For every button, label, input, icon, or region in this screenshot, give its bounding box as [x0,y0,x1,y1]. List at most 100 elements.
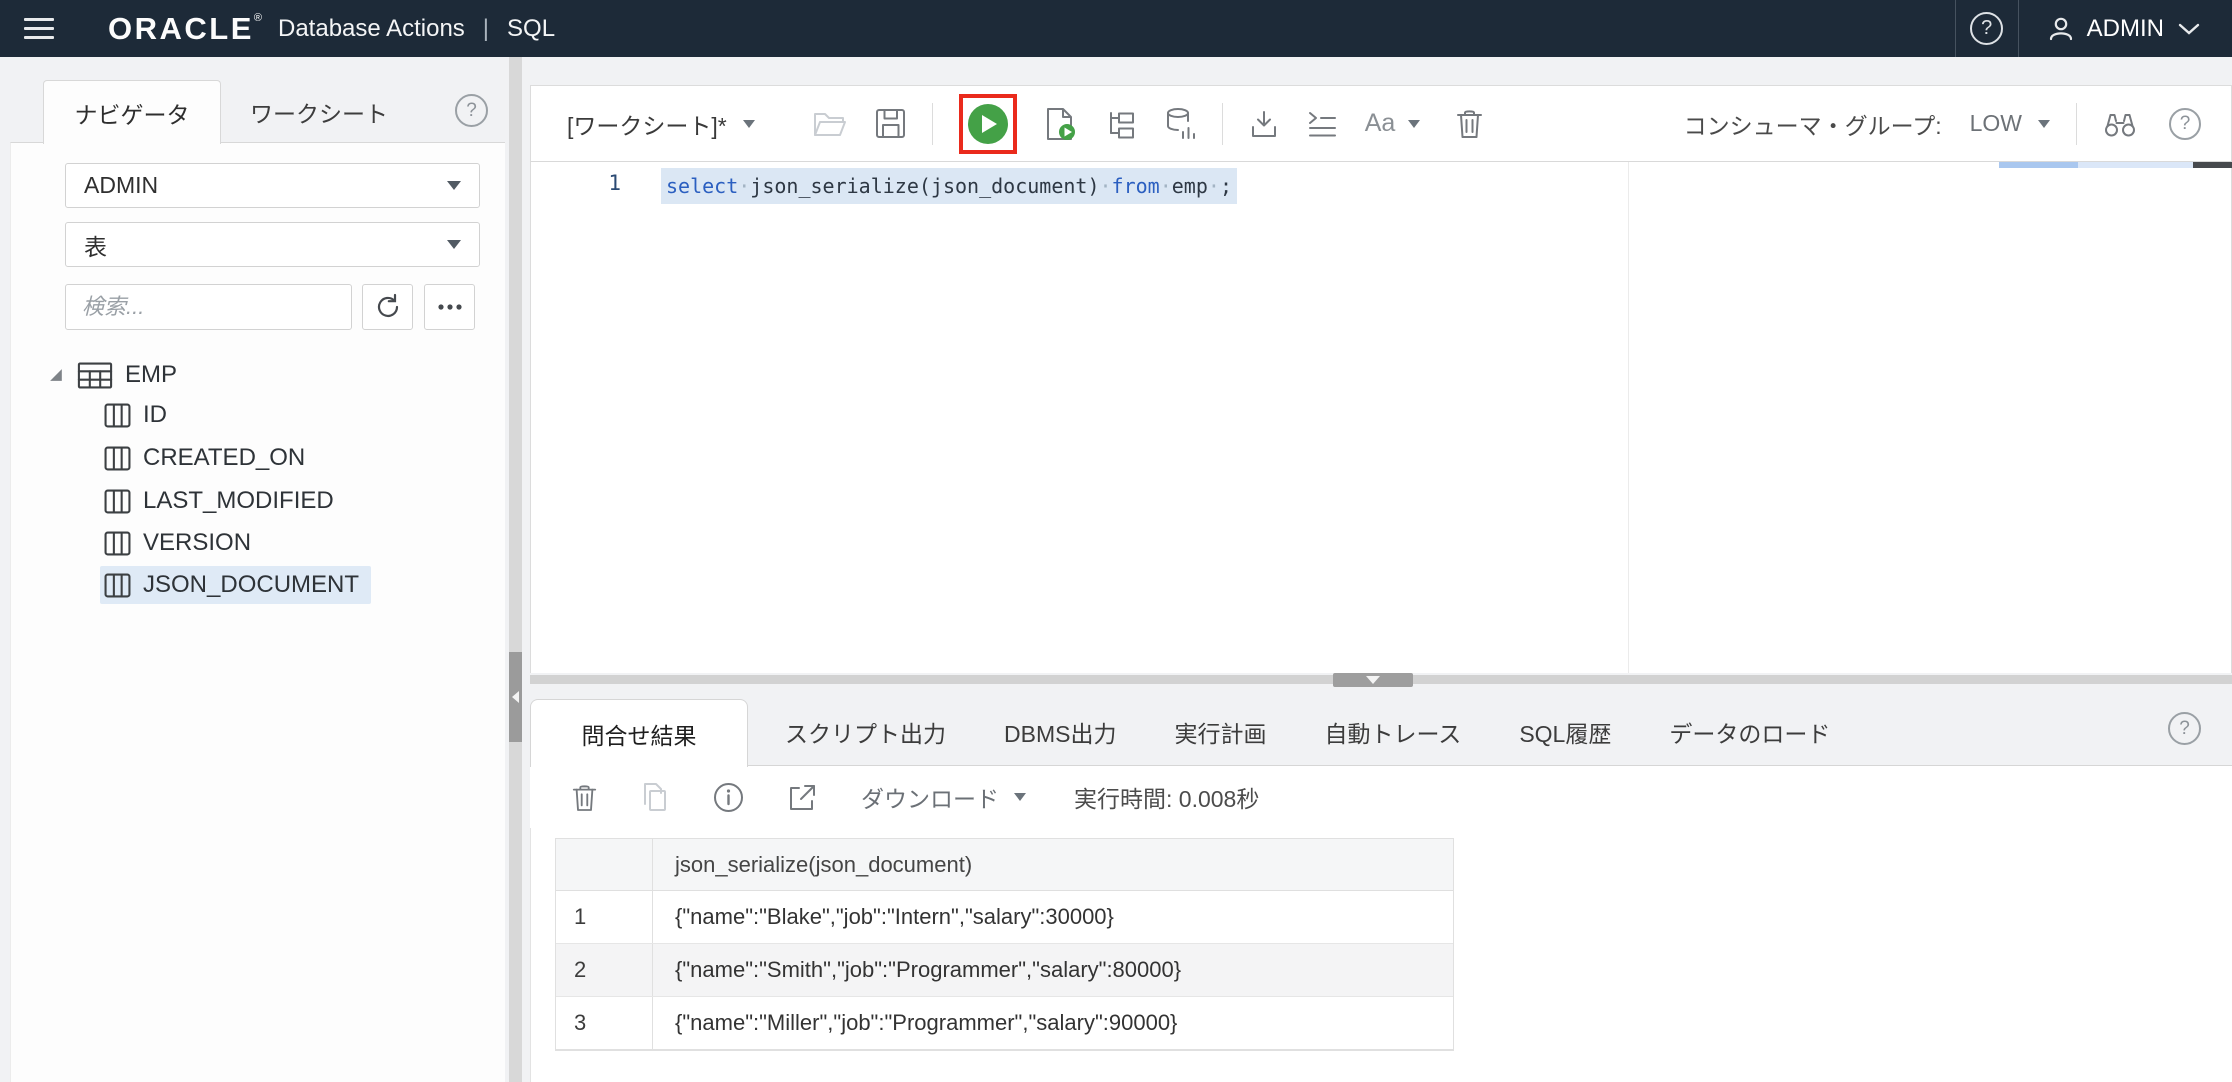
object-type-select[interactable]: 表 [65,222,480,267]
results-grid: json_serialize(json_document) 1 {"name":… [555,838,1454,1051]
worksheet-help-button[interactable]: ? [2169,108,2201,140]
editor-scrollbar-track[interactable] [2078,162,2193,168]
open-file-button[interactable] [813,110,847,138]
help-button[interactable]: ? [1955,0,2019,57]
row-value-cell[interactable]: {"name":"Miller","job":"Programmer","sal… [653,997,1453,1049]
schema-select-value: ADMIN [84,172,158,199]
tab-explain-plan[interactable]: 実行計画 [1145,715,1295,749]
sql-statement-line[interactable]: selectjson_serialize(json_document)frome… [661,168,1237,204]
tab-worksheet[interactable]: ワークシート [250,80,388,143]
folder-open-icon [813,110,847,138]
toolbar-divider [1222,103,1223,145]
sidebar-collapse-handle[interactable] [509,652,522,742]
clear-worksheet-button[interactable] [1456,108,1483,139]
consumer-group-label: コンシューマ・グループ: [1684,107,1942,141]
chevron-down-icon [447,240,461,249]
clear-results-button[interactable] [572,783,597,812]
worksheet-title-dropdown[interactable]: [ワークシート]* [567,107,755,141]
result-info-button[interactable] [713,782,744,813]
tab-label: スクリプト出力 [785,721,946,747]
app-title: Database Actions [278,15,465,43]
navigator-help-button[interactable]: ? [455,94,488,127]
tree-node-label: JSON_DOCUMENT [143,571,359,599]
run-statement-button[interactable] [968,104,1008,144]
trash-icon [572,783,597,812]
tree-node-emp[interactable]: EMP [48,356,177,394]
user-menu[interactable]: ADMIN [2019,0,2232,57]
tab-dbms-output[interactable]: DBMS出力 [975,715,1145,749]
more-actions-button[interactable] [424,284,475,330]
sql-keyword: from [1112,174,1160,198]
search-input[interactable] [65,284,352,330]
column-icon [104,489,131,514]
tree-node-label: EMP [125,361,177,389]
tab-label: DBMS出力 [1004,721,1116,747]
grid-corner-cell[interactable] [556,839,653,890]
schema-select[interactable]: ADMIN [65,163,480,208]
chevron-down-icon [1014,793,1026,801]
table-row[interactable]: 3 {"name":"Miller","job":"Programmer","s… [556,997,1453,1050]
explain-plan-button[interactable] [1105,109,1137,139]
whitespace-dot [1160,174,1172,198]
tree-node-column-selected[interactable]: JSON_DOCUMENT [100,566,371,604]
column-icon [104,446,131,471]
table-row[interactable]: 1 {"name":"Blake","job":"Intern","salary… [556,891,1453,944]
tree-node-column[interactable]: ID [104,396,167,434]
refresh-button[interactable] [362,284,413,330]
registered-mark: ® [254,12,262,24]
row-value-cell[interactable]: {"name":"Blake","job":"Intern","salary":… [653,891,1453,943]
open-in-new-button[interactable] [788,783,817,812]
tree-node-label: ID [143,401,167,429]
consumer-group-select[interactable]: LOW [1942,110,2050,137]
tree-node-column[interactable]: LAST_MODIFIED [104,482,334,520]
row-value-cell[interactable]: {"name":"Smith","job":"Programmer","sala… [653,944,1453,996]
column-icon [104,531,131,556]
run-script-button[interactable] [1045,107,1077,141]
sql-editor[interactable]: 1 selectjson_serialize(json_document)fro… [530,161,2232,673]
copy-icon [641,782,669,812]
tree-node-column[interactable]: CREATED_ON [104,439,305,477]
worksheet-toolbar: [ワークシート]* [530,85,2232,161]
download-editor-button[interactable] [1249,109,1279,138]
editor-scrollbar-thumb[interactable] [1999,162,2078,168]
save-button[interactable] [875,108,906,139]
grid-column-header[interactable]: json_serialize(json_document) [653,839,1453,890]
results-toolbar: ダウンロード 実行時間: 0.008秒 [530,766,2230,828]
autotrace-button[interactable] [1165,107,1196,140]
sidebar-splitter-track[interactable] [509,57,522,1082]
hamburger-menu-icon[interactable] [24,18,54,39]
tab-query-result[interactable]: 問合せ結果 [530,699,748,767]
tab-data-load[interactable]: データのロード [1640,715,1859,749]
chevron-down-icon [447,181,461,190]
worksheet-title: [ワークシート]* [567,107,727,141]
elapsed-time-label: 実行時間: 0.008秒 [1074,780,1259,814]
play-icon [982,115,997,133]
autotrace-icon [1165,107,1196,140]
help-icon: ? [1970,12,2003,45]
whitespace-dot [738,174,750,198]
tab-label: 実行計画 [1174,721,1266,747]
explain-plan-icon [1105,109,1137,139]
copy-results-button[interactable] [641,782,669,812]
ellipsis-icon [437,303,463,311]
download-results-dropdown[interactable]: ダウンロード [861,780,1026,814]
tab-navigator[interactable]: ナビゲータ [43,80,221,144]
panel-collapse-handle[interactable] [1333,673,1413,687]
save-icon [875,108,906,139]
tab-autotrace[interactable]: 自動トレース [1295,715,1490,749]
results-help-button[interactable]: ? [2168,712,2201,745]
tab-label: 自動トレース [1324,721,1461,747]
format-sql-button[interactable] [1307,110,1337,138]
tree-expander-icon[interactable] [48,367,65,384]
table-row[interactable]: 2 {"name":"Smith","job":"Programmer","sa… [556,944,1453,997]
line-number: 1 [571,171,621,195]
tab-sql-history[interactable]: SQL履歴 [1490,715,1640,749]
text-case-dropdown[interactable]: Aa [1365,109,1421,138]
collapse-down-icon [1366,676,1380,684]
grid-header-row: json_serialize(json_document) [556,839,1453,891]
tab-script-output[interactable]: スクリプト出力 [756,715,975,749]
tab-label: SQL履歴 [1519,721,1611,747]
table-icon [77,362,113,389]
tree-node-column[interactable]: VERSION [104,524,251,562]
find-button[interactable] [2103,110,2137,138]
